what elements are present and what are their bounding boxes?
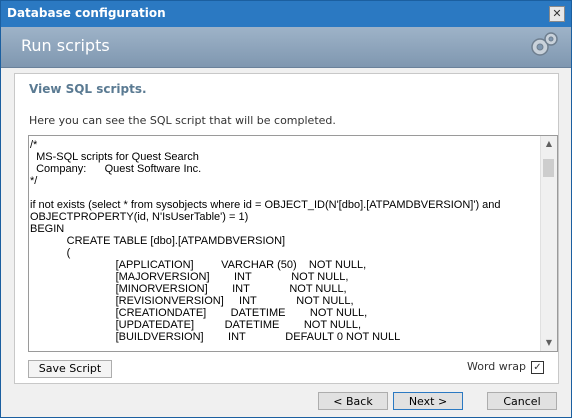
content-panel: View SQL scripts. Here you can see the S… [14, 73, 559, 384]
close-icon[interactable]: ✕ [549, 6, 565, 22]
title-bar: Database configuration ✕ [1, 1, 571, 27]
save-script-button[interactable]: Save Script [28, 360, 112, 378]
database-configuration-window: Database configuration ✕ Run scripts Vie… [0, 0, 572, 418]
banner: Run scripts [1, 27, 571, 68]
scroll-thumb[interactable] [543, 159, 554, 177]
sql-script-textarea[interactable]: /* MS-SQL scripts for Quest Search Compa… [28, 135, 558, 352]
description-text: Here you can see the SQL script that wil… [29, 114, 336, 127]
cancel-button[interactable]: Cancel [487, 392, 557, 410]
section-heading: View SQL scripts. [29, 82, 147, 96]
back-button[interactable]: < Back [318, 392, 388, 410]
word-wrap-label: Word wrap [466, 360, 526, 373]
vertical-scrollbar[interactable]: ▲ ▼ [540, 136, 557, 351]
scroll-down-icon[interactable]: ▼ [541, 335, 557, 351]
sql-script-text[interactable]: /* MS-SQL scripts for Quest Search Compa… [30, 139, 542, 351]
page-title: Run scripts [21, 36, 110, 55]
window-title: Database configuration [7, 6, 166, 20]
scroll-up-icon[interactable]: ▲ [541, 136, 557, 152]
word-wrap-checkbox[interactable]: Word wrap ✓ [467, 360, 544, 374]
checkbox-check-icon[interactable]: ✓ [531, 360, 544, 374]
gears-icon [531, 32, 558, 56]
next-button[interactable]: Next > [393, 392, 463, 410]
